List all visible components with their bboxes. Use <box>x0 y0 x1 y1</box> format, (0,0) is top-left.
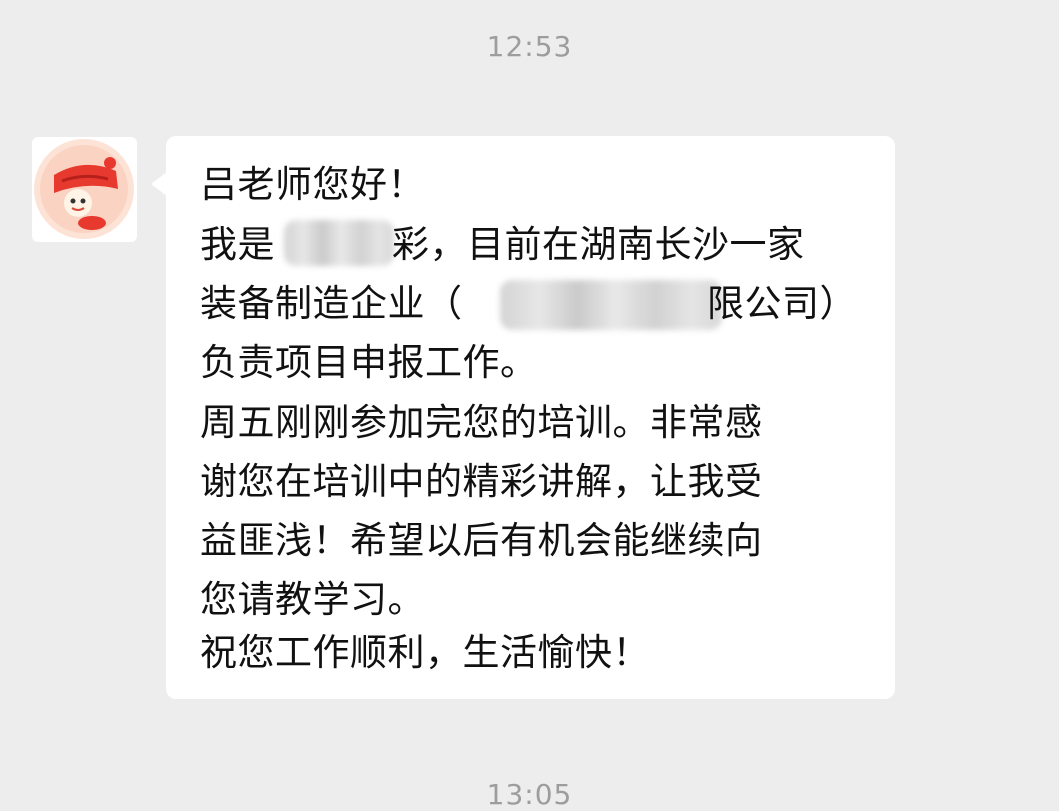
timestamp-bottom: 13:05 <box>486 778 573 811</box>
sender-avatar[interactable] <box>32 137 137 242</box>
message-line: 您请教学习。 <box>200 578 425 621</box>
message-line: 装备制造企业（ <box>200 282 463 325</box>
message-line: 周五刚刚参加完您的培训。非常感 <box>200 401 763 444</box>
message-line: 吕老师您好！ <box>200 163 425 206</box>
message-line: 彩，目前在湖南长沙一家 <box>392 223 805 266</box>
timestamp-top: 12:53 <box>486 30 573 63</box>
message-line: 负责项目申报工作。 <box>200 341 538 384</box>
message-line: 谢您在培训中的精彩讲解，让我受 <box>200 460 763 503</box>
message-line: 益匪浅！希望以后有机会能继续向 <box>200 519 763 562</box>
redacted-company-blur <box>500 280 722 330</box>
message-line: 我是 <box>200 223 275 266</box>
message-bubble[interactable]: 吕老师您好！ 我是 彩，目前在湖南长沙一家 装备制造企业（ 限公司） 负责项目申… <box>151 136 895 699</box>
redacted-name-blur <box>284 220 394 266</box>
cartoon-avatar-icon <box>34 139 134 239</box>
message-line: 祝您工作顺利，生活愉快！ <box>200 631 650 674</box>
message-line: 限公司） <box>707 282 857 325</box>
